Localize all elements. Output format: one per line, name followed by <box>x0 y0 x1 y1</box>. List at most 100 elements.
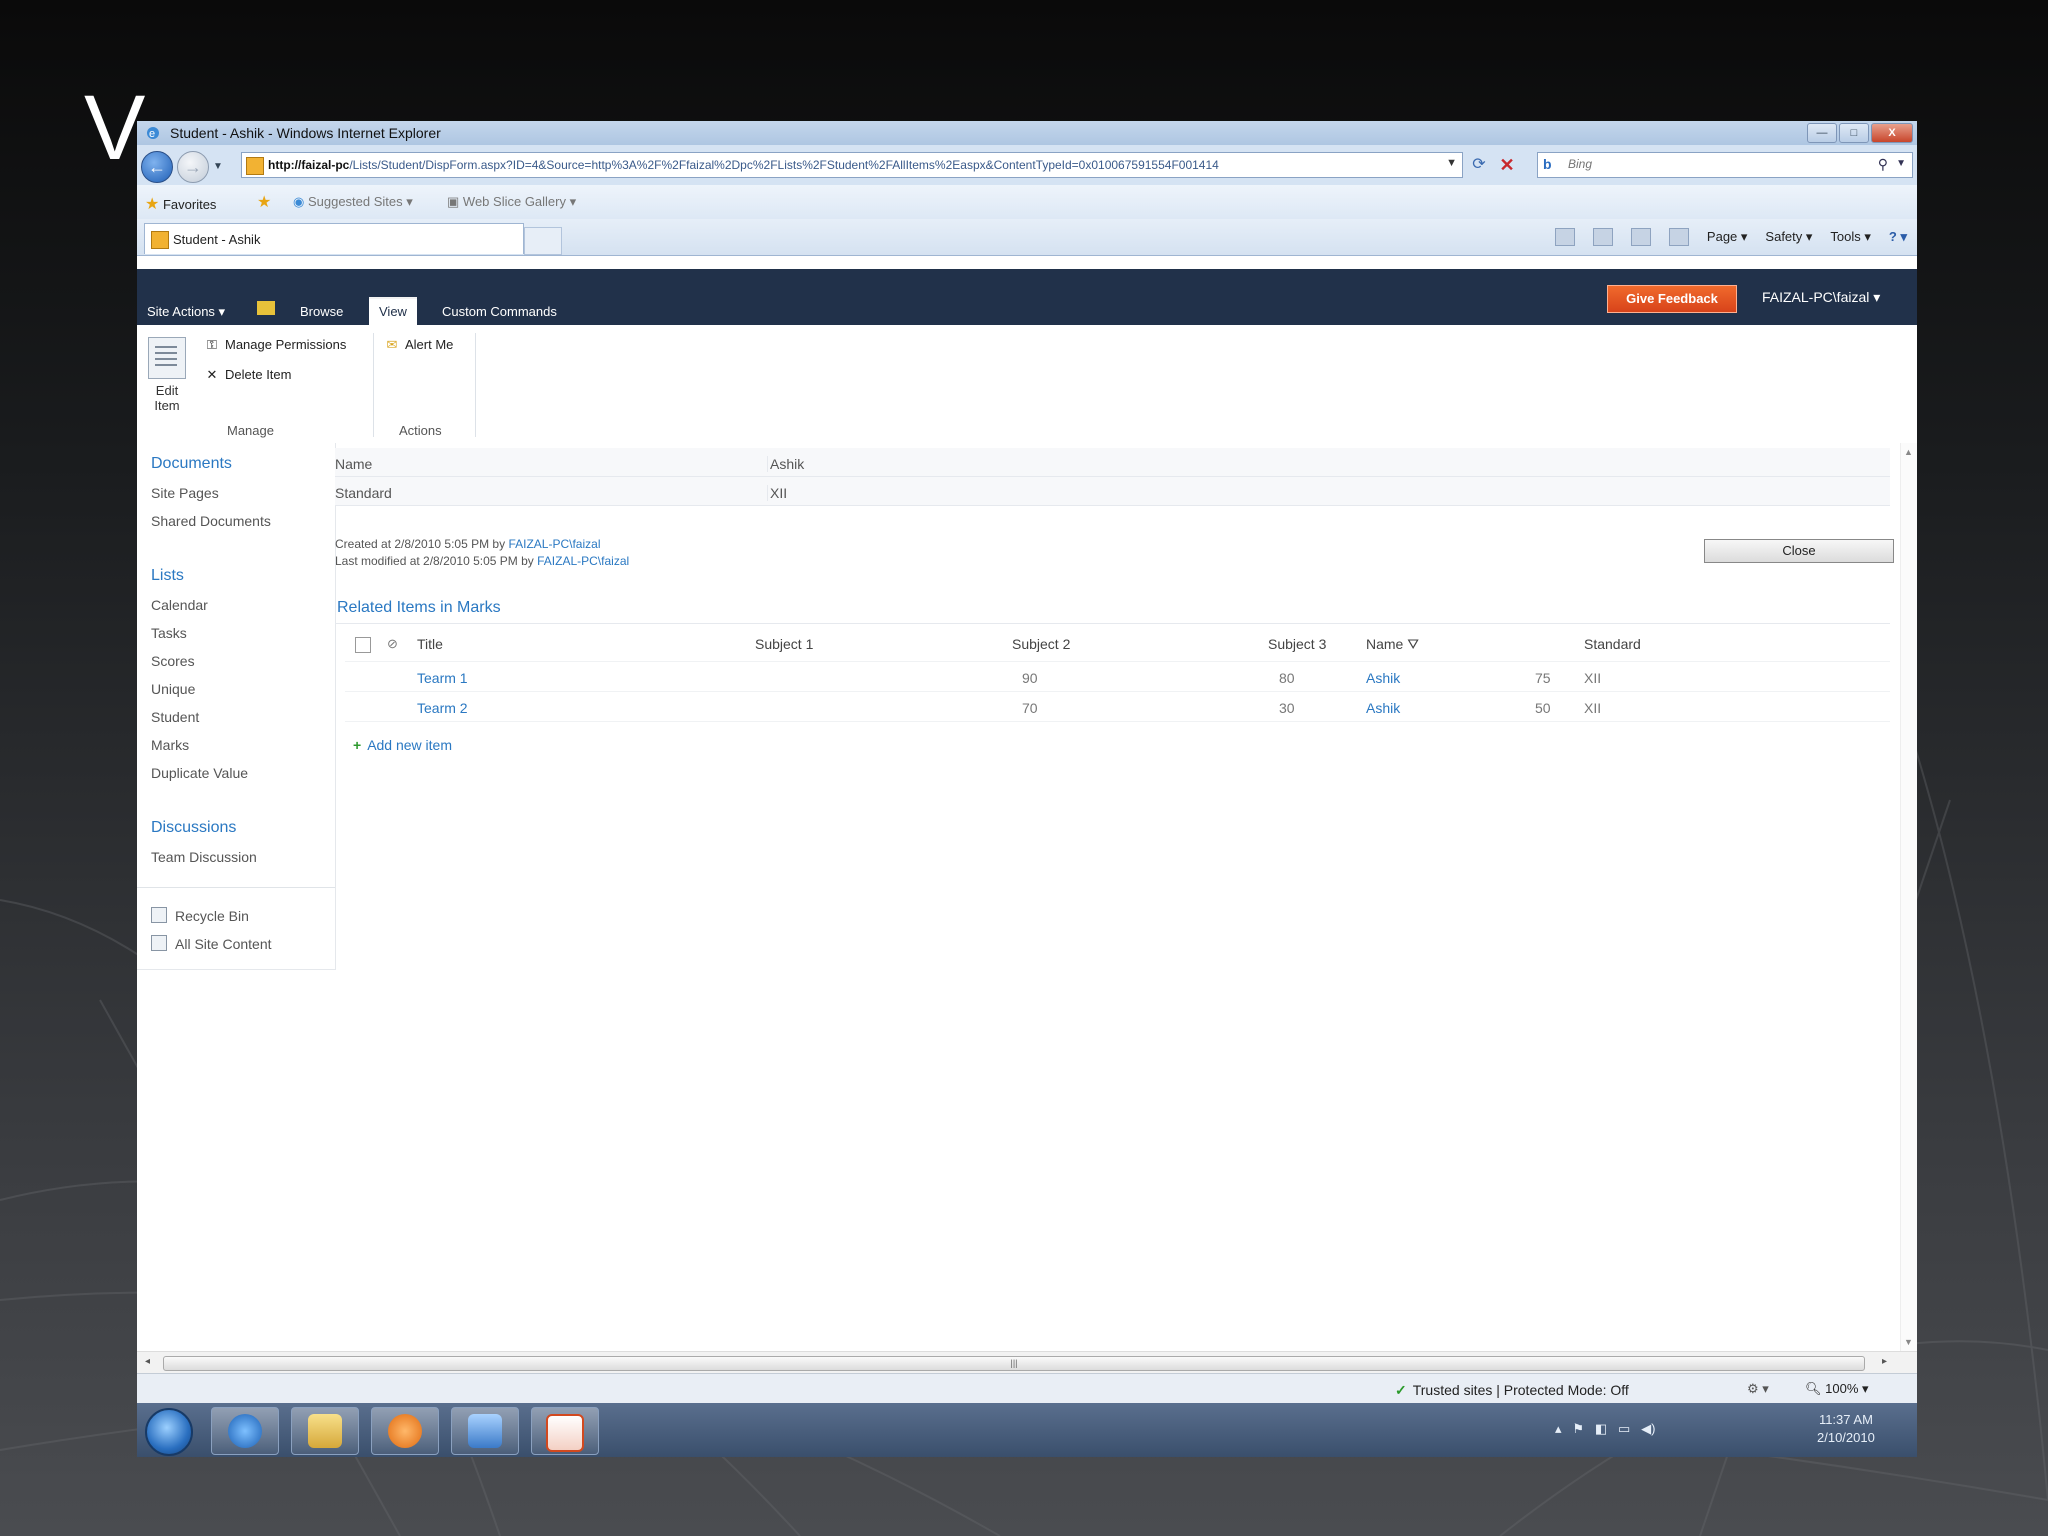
nav-unique[interactable]: Unique <box>151 681 195 697</box>
row1-name-link[interactable]: Ashik <box>1366 670 1400 686</box>
add-new-item-link[interactable]: + Add new item <box>353 737 452 753</box>
user-menu[interactable]: FAIZAL-PC\faizal ▾ <box>1762 289 1880 306</box>
search-box[interactable]: b ⚲ ▼ <box>1537 152 1913 178</box>
nav-documents[interactable]: Documents <box>151 455 232 473</box>
system-tray[interactable]: ▴ ⚑ ◧ ▭ ◀) <box>1555 1421 1655 1437</box>
maximize-button[interactable]: □ <box>1839 123 1869 143</box>
refresh-icon[interactable]: ⟳ <box>1467 153 1491 177</box>
column-header-subject-3[interactable]: Subject 3 <box>1268 636 1326 652</box>
forward-button[interactable]: → <box>177 151 209 183</box>
address-bar[interactable]: http://faizal-pc/Lists/Student/DispForm.… <box>241 152 1463 178</box>
page-menu[interactable]: Page ▾ <box>1707 229 1748 245</box>
row1-subject-3: 75 <box>1535 670 1551 686</box>
taskbar-explorer-button[interactable] <box>291 1407 359 1455</box>
clock[interactable]: 11:37 AM 2/10/2010 <box>1817 1411 1875 1447</box>
edit-item-icon <box>148 337 186 379</box>
tab-student-ashik[interactable]: Student - Ashik <box>144 223 524 254</box>
zoom-control[interactable]: 🔍︎ 100% ▾ <box>1805 1381 1869 1397</box>
url-text[interactable]: http://faizal-pc/Lists/Student/DispForm.… <box>268 158 1433 172</box>
taskbar-powerpoint-button[interactable] <box>531 1407 599 1455</box>
column-header-title[interactable]: Title <box>417 636 443 652</box>
scroll-right-icon[interactable]: ▸ <box>1882 1356 1887 1367</box>
tab-browse[interactable]: Browse <box>290 299 353 325</box>
nav-lists[interactable]: Lists <box>151 567 184 585</box>
nav-scores[interactable]: Scores <box>151 653 195 669</box>
taskbar-remote-desktop-button[interactable] <box>451 1407 519 1455</box>
nav-site-pages[interactable]: Site Pages <box>151 485 219 501</box>
tab-view[interactable]: View <box>369 297 417 325</box>
ie-small-icon: ◉ <box>293 194 305 209</box>
media-player-icon <box>388 1414 422 1448</box>
nav-recycle-bin[interactable]: Recycle Bin <box>151 907 249 924</box>
address-dropdown-icon[interactable]: ▼ <box>1446 157 1457 169</box>
nav-discussions[interactable]: Discussions <box>151 819 236 837</box>
feeds-icon[interactable] <box>1592 228 1613 246</box>
site-actions-menu[interactable]: Site Actions ▾ <box>137 299 235 325</box>
column-header-name[interactable]: Name ⛛ <box>1366 636 1419 653</box>
horizontal-scrollbar[interactable]: ◂ ||| ▸ <box>137 1351 1917 1374</box>
search-input[interactable] <box>1566 156 1870 172</box>
search-icon[interactable]: ⚲ <box>1878 156 1888 173</box>
vertical-scrollbar[interactable]: ▲ ▼ <box>1900 443 1917 1351</box>
nav-marks[interactable]: Marks <box>151 737 189 753</box>
nav-student[interactable]: Student <box>151 709 199 725</box>
field-row-name: Name Ashik <box>335 448 1890 477</box>
add-to-favorites-icon[interactable]: ★ <box>257 192 271 212</box>
alert-me-button[interactable]: ✉ Alert Me <box>383 337 454 353</box>
stop-icon[interactable]: ✕ <box>1495 153 1519 177</box>
scroll-left-icon[interactable]: ◂ <box>145 1356 150 1367</box>
row1-subject-1: 90 <box>1022 670 1038 686</box>
safety-menu[interactable]: Safety ▾ <box>1765 229 1812 245</box>
nav-team-discussion[interactable]: Team Discussion <box>151 849 257 865</box>
taskbar-media-player-button[interactable] <box>371 1407 439 1455</box>
row2-title-link[interactable]: Tearm 2 <box>417 700 468 716</box>
nav-all-site-content[interactable]: All Site Content <box>151 935 272 952</box>
column-header-subject-2[interactable]: Subject 2 <box>1012 636 1070 652</box>
security-zone[interactable]: ✓ Trusted sites | Protected Mode: Off <box>1395 1382 1629 1399</box>
help-menu[interactable]: ? ▾ <box>1889 229 1907 245</box>
start-button[interactable] <box>145 1408 193 1456</box>
select-all-checkbox[interactable] <box>355 637 371 653</box>
status-bar: ✓ Trusted sites | Protected Mode: Off ⚙ ▾… <box>137 1373 1917 1404</box>
column-header-standard[interactable]: Standard <box>1584 636 1641 652</box>
scroll-thumb[interactable]: ||| <box>163 1356 1865 1371</box>
suggested-sites-label: Suggested Sites ▾ <box>307 194 413 209</box>
created-by-link[interactable]: FAIZAL-PC\faizal <box>508 537 600 551</box>
taskbar-ie-button[interactable] <box>211 1407 279 1455</box>
nav-calendar[interactable]: Calendar <box>151 597 208 613</box>
row2-name-link[interactable]: Ashik <box>1366 700 1400 716</box>
back-button[interactable]: ← <box>141 151 173 183</box>
window-close-button[interactable]: X <box>1871 123 1913 143</box>
minimize-button[interactable]: — <box>1807 123 1837 143</box>
svg-text:e: e <box>149 128 155 140</box>
delete-item-button[interactable]: ✕ Delete Item <box>203 367 292 383</box>
web-slice-gallery-link[interactable]: ▣ Web Slice Gallery ▾ <box>447 194 576 210</box>
new-tab-button[interactable] <box>524 227 562 255</box>
modified-by-link[interactable]: FAIZAL-PC\faizal <box>537 554 629 568</box>
nav-tasks[interactable]: Tasks <box>151 625 187 641</box>
nav-shared-documents[interactable]: Shared Documents <box>151 513 271 529</box>
edit-item-button[interactable]: Edit Item <box>147 337 187 413</box>
close-button[interactable]: Close <box>1704 539 1894 563</box>
url-host: http://faizal-pc <box>268 158 350 172</box>
give-feedback-button[interactable]: Give Feedback <box>1607 285 1737 313</box>
print-icon[interactable] <box>1668 228 1689 246</box>
tools-menu[interactable]: Tools ▾ <box>1830 229 1871 245</box>
manage-permissions-button[interactable]: ⚿ Manage Permissions <box>203 337 346 353</box>
mail-icon[interactable] <box>1630 228 1651 246</box>
recent-pages-dropdown-icon[interactable]: ▼ <box>213 161 223 172</box>
navigate-up-icon[interactable] <box>257 301 275 315</box>
favorites-button[interactable]: ★ Favorites <box>145 194 216 214</box>
search-options-dropdown-icon[interactable]: ▼ <box>1896 158 1906 169</box>
tab-custom-commands[interactable]: Custom Commands <box>432 299 567 325</box>
tab-label: Student - Ashik <box>173 232 261 247</box>
scroll-down-icon[interactable]: ▼ <box>1904 1337 1913 1347</box>
check-icon: ✓ <box>1395 1382 1407 1398</box>
row1-title-link[interactable]: Tearm 1 <box>417 670 468 686</box>
column-header-subject-1[interactable]: Subject 1 <box>755 636 813 652</box>
scroll-up-icon[interactable]: ▲ <box>1904 447 1913 457</box>
suggested-sites-link[interactable]: ◉ Suggested Sites ▾ <box>293 194 413 210</box>
home-icon[interactable] <box>1554 228 1575 246</box>
nav-duplicate-value[interactable]: Duplicate Value <box>151 765 248 781</box>
compatibility-icon[interactable]: ⚙ ▾ <box>1747 1381 1769 1397</box>
